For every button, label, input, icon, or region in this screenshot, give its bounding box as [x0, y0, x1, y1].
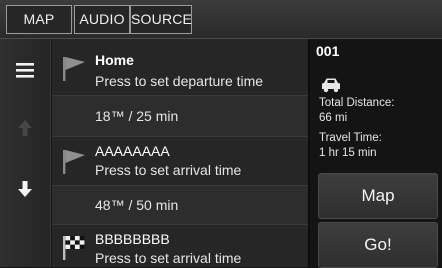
leg-distance-time: 18™ / 25 min — [95, 108, 179, 124]
audio-tab-button[interactable]: AUDIO — [74, 5, 130, 34]
flag-icon — [61, 147, 87, 180]
destination-subtitle: Press to set departure time — [95, 73, 264, 89]
destination-name: AAAAAAAA — [95, 143, 170, 159]
destination-subtitle: Press to set arrival time — [95, 162, 242, 178]
destination-name: Home — [95, 52, 134, 68]
leg-time-row[interactable]: 18™ / 25 min — [52, 96, 308, 137]
leg-distance-time: 48™ / 50 min — [95, 197, 179, 213]
travel-time-value: 1 hr 15 min — [319, 147, 377, 159]
total-distance-label: Total Distance: — [319, 97, 395, 109]
source-tab-button[interactable]: SOURCE — [130, 5, 192, 34]
map-button[interactable]: Map — [318, 173, 438, 219]
checkered-flag-icon — [61, 233, 87, 266]
panel-divider — [308, 39, 310, 267]
go-button[interactable]: Go! — [318, 222, 438, 268]
destination-row-home[interactable]: Home Press to set departure time — [52, 39, 308, 96]
destination-row-aaaaaaaa[interactable]: AAAAAAAA Press to set arrival time — [52, 137, 308, 186]
sidebar — [0, 39, 51, 267]
car-icon — [320, 77, 342, 98]
total-distance-value: 66 mi — [319, 112, 348, 124]
top-bar: MAP AUDIO SOURCE — [0, 0, 442, 39]
destination-subtitle: Press to set arrival time — [95, 250, 242, 266]
map-tab-button[interactable]: MAP — [6, 5, 72, 34]
arrow-down-icon[interactable] — [0, 180, 50, 203]
leg-time-row[interactable]: 48™ / 50 min — [52, 186, 308, 225]
flag-icon — [61, 54, 87, 87]
arrow-up-icon[interactable] — [0, 119, 50, 142]
travel-time-label: Travel Time: — [319, 132, 382, 144]
route-id: 001 — [316, 43, 340, 59]
destination-name: BBBBBBBB — [95, 231, 170, 247]
destination-row-bbbbbbbb[interactable]: BBBBBBBB Press to set arrival time — [52, 225, 308, 267]
menu-icon[interactable] — [0, 61, 50, 84]
